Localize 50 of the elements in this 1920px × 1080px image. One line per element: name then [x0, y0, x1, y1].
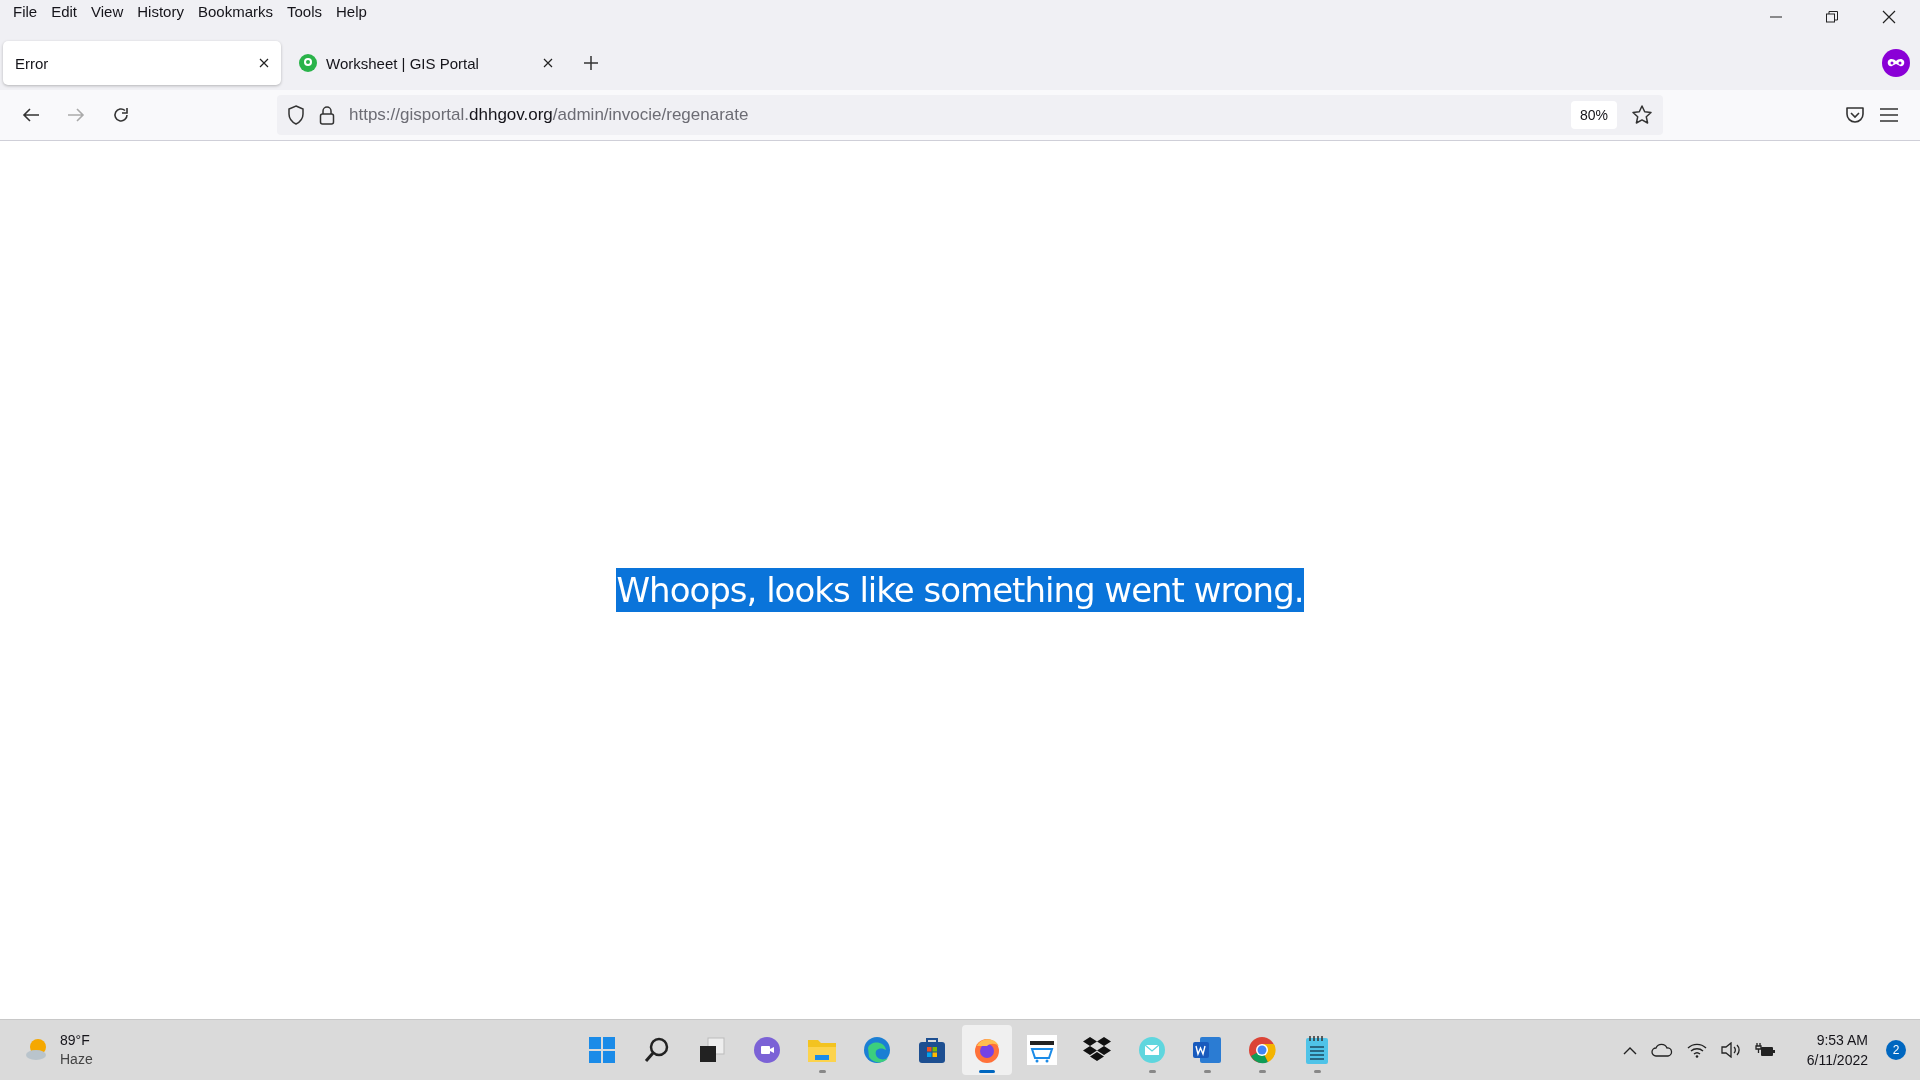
star-icon[interactable]	[1631, 104, 1653, 126]
zoom-level-button[interactable]: 80%	[1570, 101, 1617, 129]
menu-item[interactable]: History	[130, 3, 191, 21]
video-chat-icon[interactable]	[753, 1036, 781, 1064]
word-logo-icon[interactable]	[1192, 1036, 1222, 1064]
menu-item[interactable]: View	[84, 3, 131, 21]
edge-logo-icon[interactable]	[863, 1036, 891, 1064]
weather-condition-text[interactable]: Haze	[60, 1050, 93, 1069]
battery-charging-icon[interactable]	[1754, 1042, 1775, 1058]
notepad-icon[interactable]	[1304, 1035, 1330, 1065]
reload-icon[interactable]	[112, 106, 130, 124]
chrome-logo-icon[interactable]	[1248, 1036, 1276, 1064]
pocket-icon[interactable]	[1845, 106, 1865, 124]
temperature-text[interactable]: 89°F	[60, 1031, 93, 1050]
dropbox-logo-icon[interactable]	[1082, 1036, 1112, 1064]
mask-icon[interactable]	[1882, 49, 1910, 77]
menu-item[interactable]: File	[6, 3, 45, 21]
close-icon[interactable]	[543, 58, 553, 68]
search-icon[interactable]	[643, 1036, 671, 1064]
notification-badge[interactable]: 2	[1886, 1040, 1906, 1060]
speaker-icon[interactable]	[1720, 1042, 1741, 1058]
menu-icon[interactable]	[1880, 108, 1898, 122]
chevron-up-icon[interactable]	[1622, 1045, 1637, 1055]
address-bar[interactable]: https://gisportal.dhhgov.org/admin/invocie/regenarate 80%	[277, 95, 1663, 135]
plus-icon[interactable]	[583, 55, 599, 71]
favicon-icon	[299, 54, 317, 72]
url-text[interactable]: https://gisportal.dhhgov.org/admin/invocie/regenarate	[349, 105, 749, 125]
browser-tab[interactable]: Error	[3, 41, 281, 85]
clock-time[interactable]: 9:53 AM	[1816, 1030, 1868, 1050]
close-icon[interactable]	[1882, 10, 1896, 24]
browser-tab[interactable]: Worksheet | GIS Portal	[287, 41, 565, 85]
lock-icon[interactable]	[319, 105, 335, 125]
shield-icon[interactable]	[287, 105, 305, 125]
task-view-icon[interactable]	[698, 1036, 726, 1064]
back-arrow-icon[interactable]	[22, 107, 40, 123]
shopping-cart-icon[interactable]	[1027, 1035, 1057, 1065]
windows-logo-icon[interactable]	[588, 1036, 616, 1064]
firefox-logo-icon[interactable]	[973, 1036, 1001, 1064]
menu-item[interactable]: Edit	[44, 3, 85, 21]
close-icon[interactable]	[259, 58, 269, 68]
folder-icon[interactable]	[807, 1037, 837, 1063]
clock-date[interactable]: 6/11/2022	[1806, 1050, 1868, 1070]
menu-item[interactable]: Bookmarks	[190, 3, 280, 21]
menu-item[interactable]: Help	[329, 3, 374, 21]
cloud-icon[interactable]	[1650, 1043, 1673, 1057]
store-bag-icon[interactable]	[918, 1036, 946, 1064]
restore-icon[interactable]	[1826, 11, 1838, 23]
wifi-icon[interactable]	[1686, 1042, 1707, 1058]
menu-item[interactable]: Tools	[280, 3, 329, 21]
error-message: Whoops, looks like something went wrong.	[616, 568, 1304, 612]
